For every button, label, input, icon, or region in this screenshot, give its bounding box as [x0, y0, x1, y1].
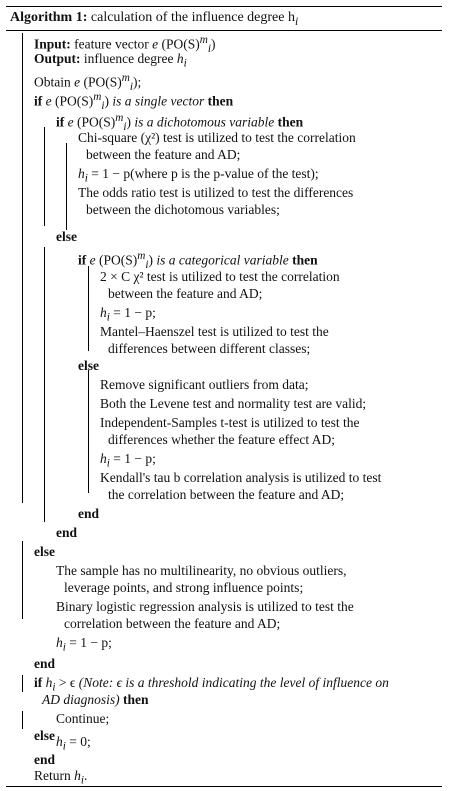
multilinearity-cont: leverage points, and strong influence po… [64, 579, 304, 595]
odds-ratio-line: The odds ratio test is utilized to test … [78, 185, 354, 201]
ttest-cont: differences whether the feature effect A… [108, 431, 336, 447]
algorithm-title: Algorithm 1: calculation of the influenc… [6, 7, 442, 30]
h-eq-line-4: hi = 1 − p; [56, 634, 112, 654]
algorithm-block: Algorithm 1: calculation of the influenc… [6, 6, 442, 751]
main-block-bar [22, 32, 23, 503]
title-subscript: i [294, 14, 299, 28]
multilinearity-line: The sample has no multilinearity, no obv… [56, 562, 347, 578]
outliers-line: Remove significant outliers from data; [100, 376, 309, 392]
bottom-rule [6, 786, 442, 787]
continue-bar [22, 675, 23, 693]
categorical-inner-bar [88, 265, 89, 352]
mantel-cont: differences between different classes; [108, 340, 311, 356]
algorithm-label: Algorithm 1: [10, 10, 88, 25]
else-block-bar [44, 246, 45, 522]
chi-square-line: Chi-square (χ²) test is utilized to test… [78, 130, 356, 146]
else-1: else [56, 228, 77, 244]
levene-line: Both the Levene test and normality test … [100, 395, 367, 411]
outer-else-bar [22, 540, 23, 619]
mantel-line: Mantel–Haenszel test is utilized to test… [100, 323, 329, 339]
algorithm-caption: calculation of the influence degree h [90, 10, 295, 25]
end-3: end [34, 655, 56, 671]
if-dichotomous-inner-bar [66, 142, 67, 230]
else-2: else [78, 357, 99, 373]
end-1: end [78, 505, 100, 521]
logistic-cont: correlation between the feature and AD; [64, 615, 281, 631]
odds-ratio-cont: between the dichotomous variables; [86, 202, 280, 218]
else-3: else [34, 543, 55, 559]
chi-2c-line: 2 × C χ² test is utilized to test the co… [100, 268, 340, 284]
kendall-cont: the correlation between the feature and … [108, 486, 345, 502]
dichotomous-block-bar [44, 127, 45, 227]
end-2: end [56, 524, 78, 540]
chi-2c-cont: between the feature and AD; [108, 285, 263, 301]
chi-square-cont: between the feature and AD; [86, 147, 241, 163]
categorical-else-bar [88, 370, 89, 494]
ttest-line: Independent-Samples t-test is utilized t… [100, 414, 360, 430]
zero-bar [22, 711, 23, 729]
h-zero-line: hi = 0; [56, 734, 91, 753]
continue-line: Continue; [56, 710, 110, 726]
logistic-line: Binary logistic regression analysis is u… [56, 598, 354, 614]
if-threshold-cont: AD diagnosis) then [42, 691, 149, 707]
algorithm-body: Input: feature vector e (PO(S)mi) Output… [6, 31, 442, 751]
else-4: else [34, 727, 55, 743]
kendall-line: Kendall's tau b correlation analysis is … [100, 469, 382, 485]
